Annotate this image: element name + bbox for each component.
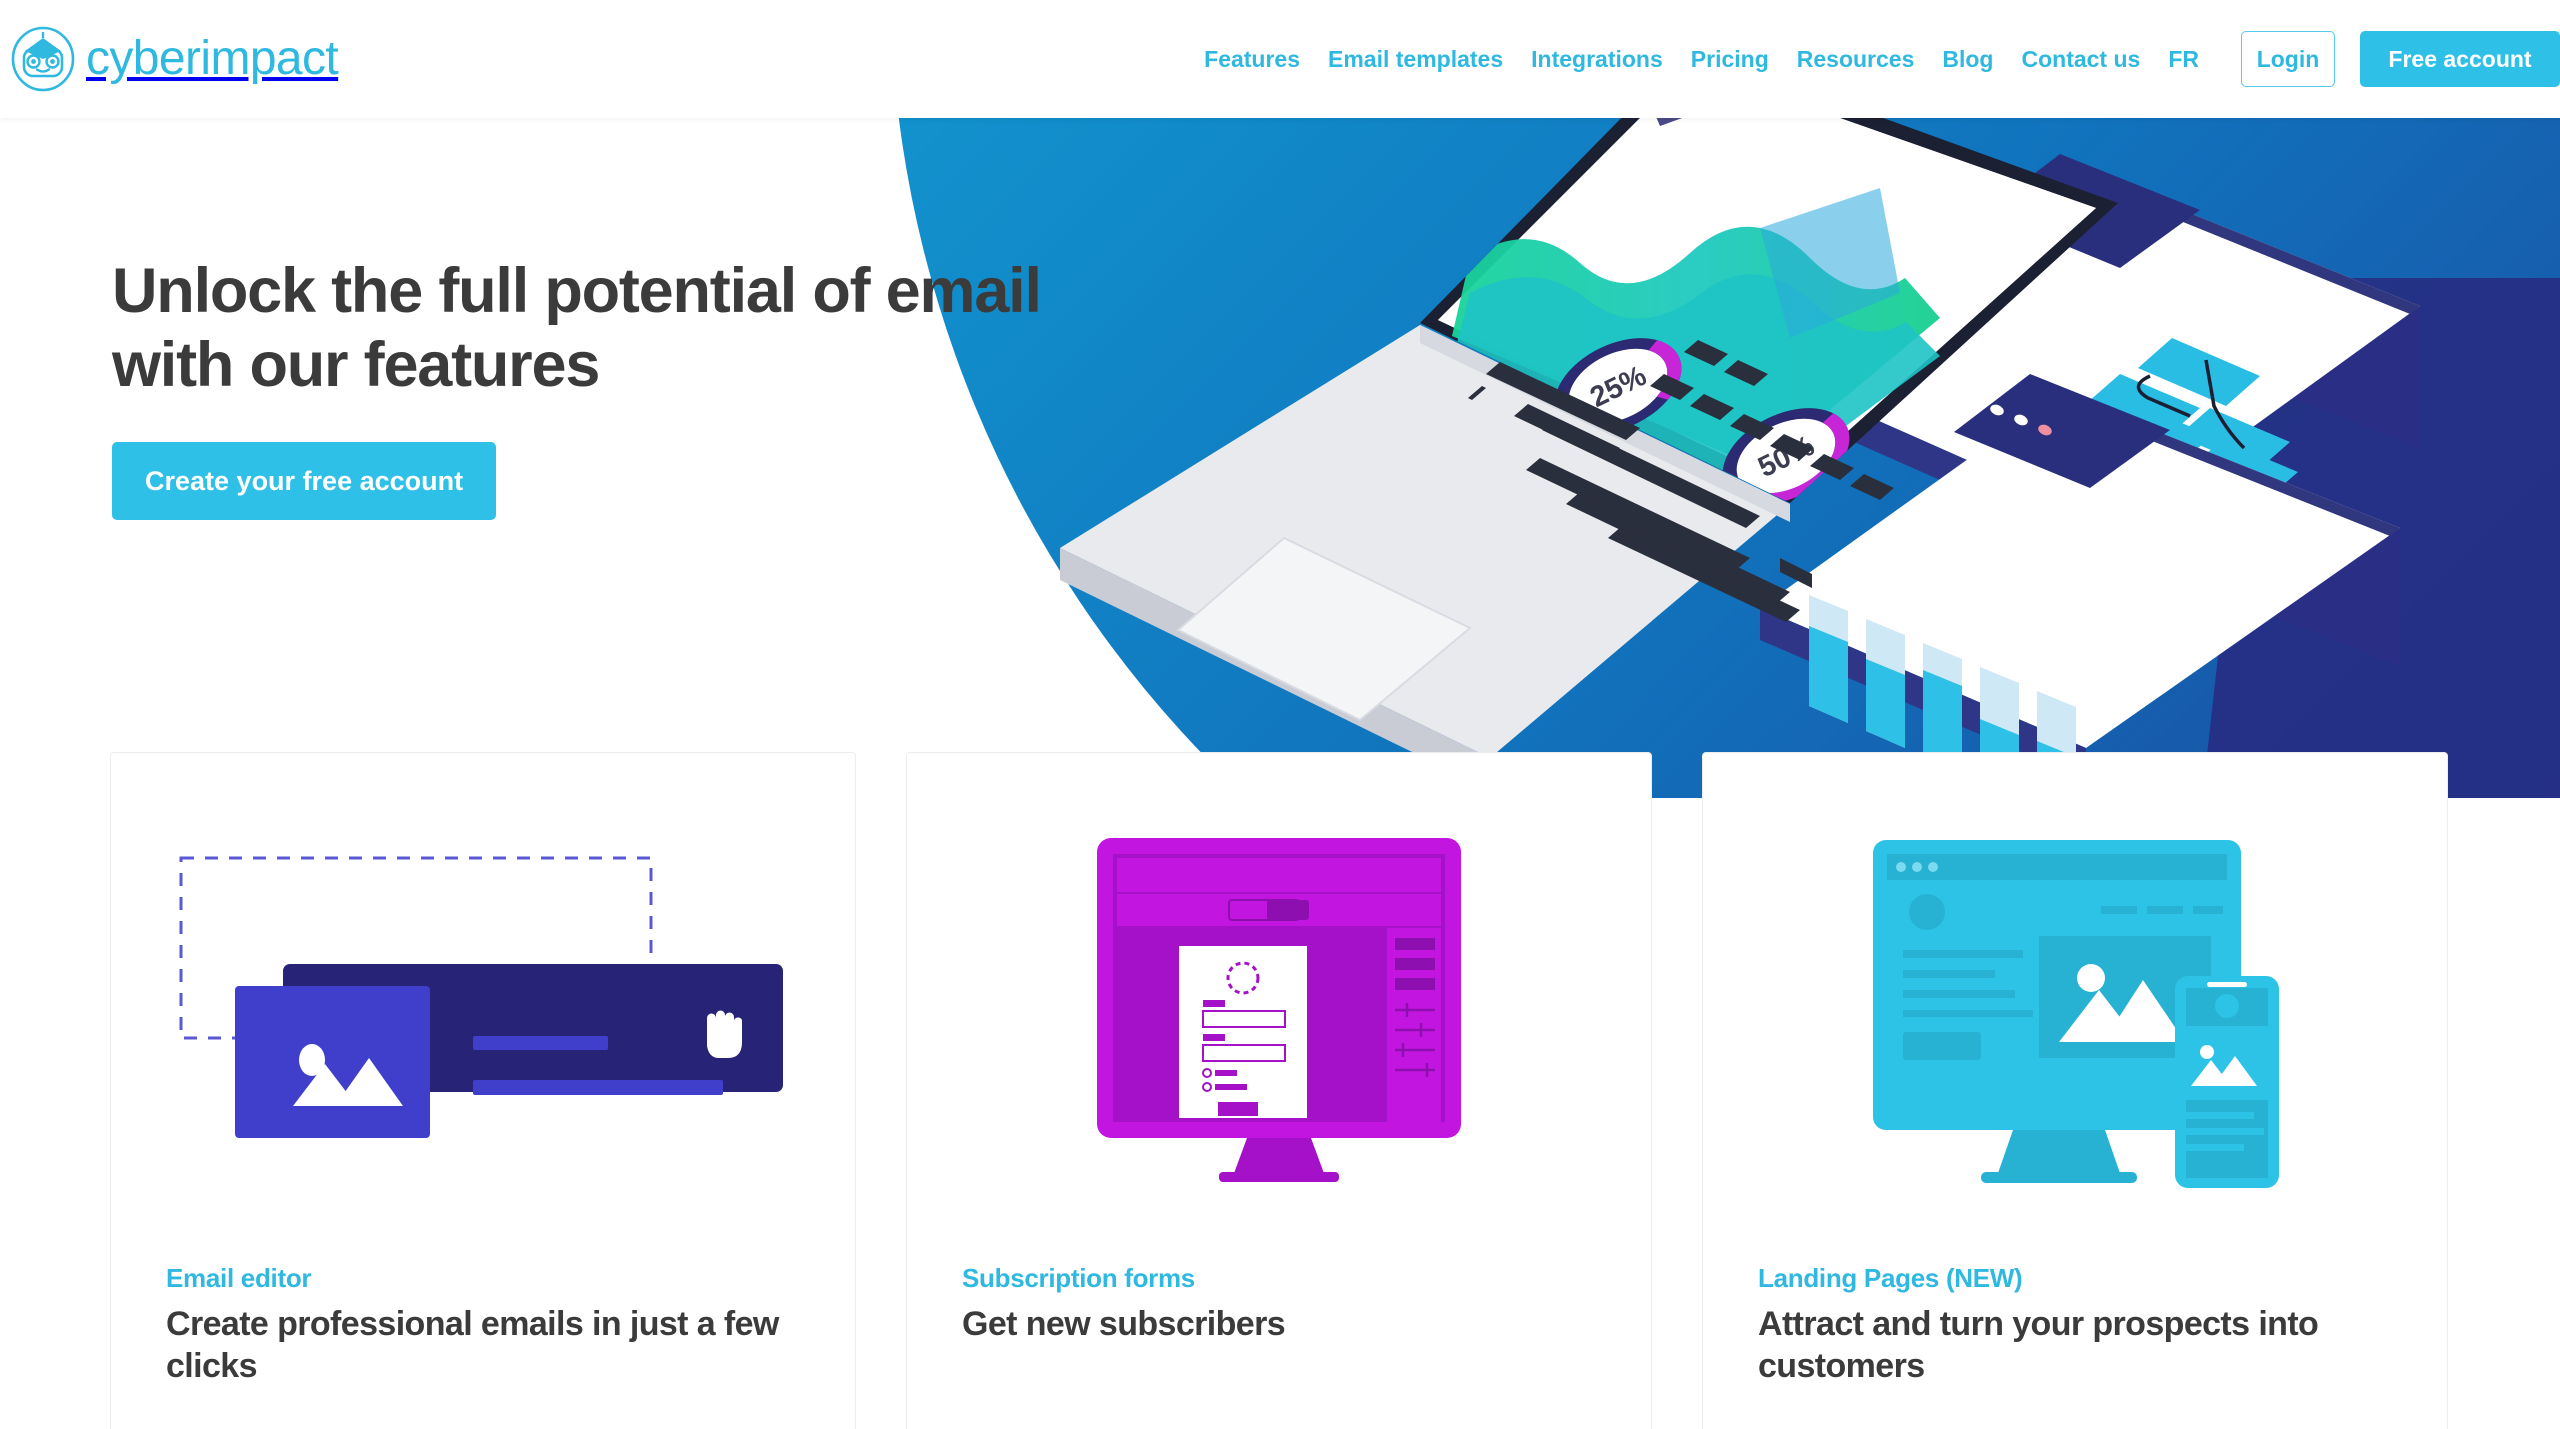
hero-cta-create-free-account[interactable]: Create your free account [112,442,497,521]
cyan-monitor-phone-landing-page-illustration [1703,753,2447,1263]
card-eyebrow: Email editor [166,1263,312,1293]
brand-logo[interactable]: cyberimpact [10,0,339,118]
nav-item-blog[interactable]: Blog [1928,46,2007,73]
nav-item-resources[interactable]: Resources [1783,46,1929,73]
card-eyebrow: Subscription forms [962,1263,1195,1293]
site-header: cyberimpact Features Email templates Int… [0,0,2560,118]
hero-title-line-1: Unlock the full potential of email [112,256,1042,326]
hero-copy: Unlock the full potential of email with … [112,255,1072,521]
nav-item-integrations[interactable]: Integrations [1517,46,1677,73]
card-body: Landing Pages (NEW) Attract and turn you… [1703,1263,2447,1387]
card-body: Email editor Create professional emails … [111,1263,855,1387]
nav-item-email-templates[interactable]: Email templates [1314,46,1517,73]
purple-monitor-subscription-form-illustration [907,753,1651,1263]
hero-title-line-2: with our features [112,329,600,400]
nav-item-language-fr[interactable]: FR [2154,46,2213,73]
nav-item-features[interactable]: Features [1190,46,1314,73]
hero-title: Unlock the full potential of email with … [112,255,1072,402]
page-root: cyberimpact Features Email templates Int… [0,0,2560,1429]
drag-drop-email-editor-illustration [111,753,855,1263]
svg-text:25%: 25% [1585,360,1651,414]
feature-cards: Email editor Create professional emails … [110,752,2450,1429]
feature-card-landing-pages[interactable]: Landing Pages (NEW) Attract and turn you… [1702,752,2448,1429]
robot-head-icon [10,26,76,92]
main-navigation: Features Email templates Integrations Pr… [1190,0,2560,118]
nav-item-contact-us[interactable]: Contact us [2007,46,2154,73]
brand-wordmark: cyberimpact [86,32,339,85]
free-account-button[interactable]: Free account [2360,31,2560,87]
feature-card-subscription-forms[interactable]: Subscription forms Get new subscribers [906,752,1652,1429]
nav-link-list: Features Email templates Integrations Pr… [1190,46,2213,73]
nav-item-pricing[interactable]: Pricing [1677,46,1783,73]
card-title: Attract and turn your prospects into cus… [1758,1305,2319,1386]
card-title: Create professional emails in just a few… [166,1305,779,1386]
feature-card-email-editor[interactable]: Email editor Create professional emails … [110,752,856,1429]
card-body: Subscription forms Get new subscribers [907,1263,1651,1345]
card-title: Get new subscribers [962,1305,1286,1343]
svg-text:50%: 50% [1753,430,1819,484]
card-eyebrow: Landing Pages (NEW) [1758,1263,2023,1293]
login-button[interactable]: Login [2241,31,2335,87]
